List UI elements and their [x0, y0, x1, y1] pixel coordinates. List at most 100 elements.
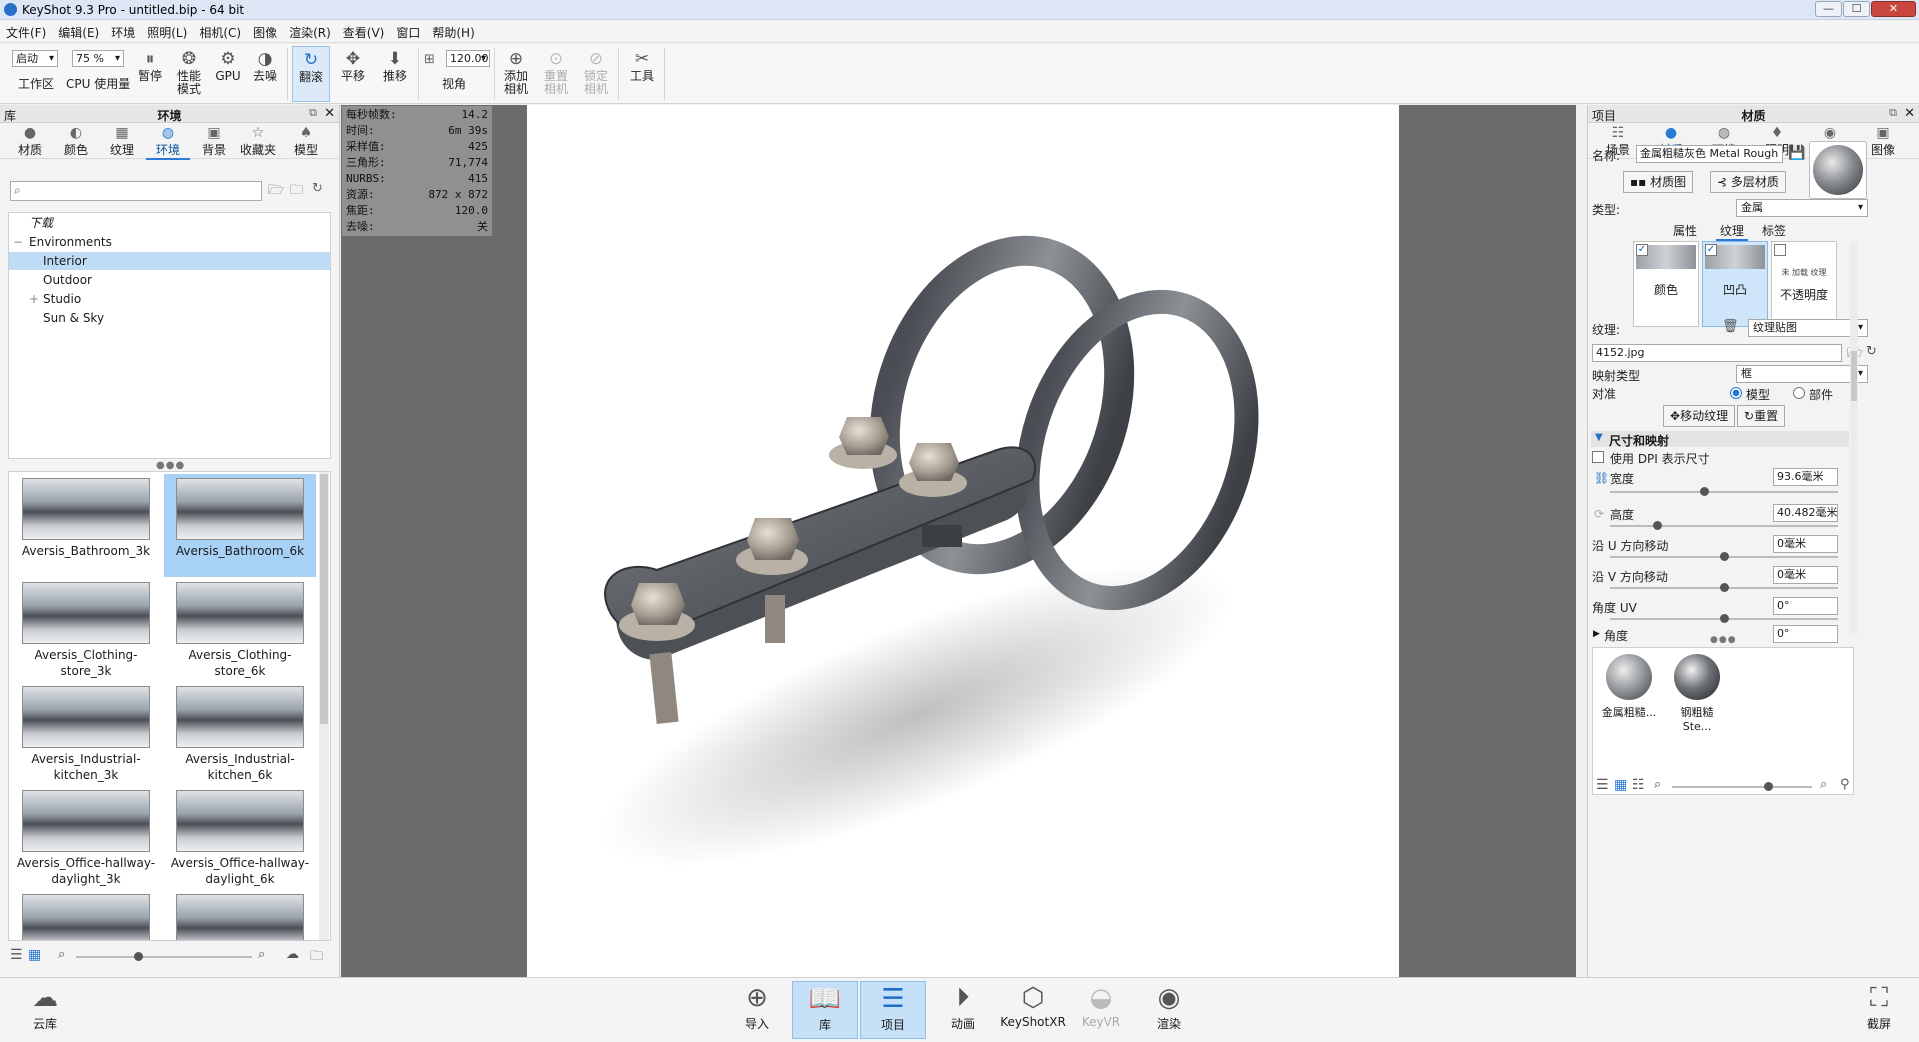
collapse-icon[interactable]: − — [13, 233, 23, 251]
tab-favorites[interactable]: ☆ 收藏夹 — [236, 125, 280, 158]
list-view-icon[interactable]: ☰ — [1596, 777, 1609, 793]
tools-button[interactable]: ✂ 工具 — [624, 46, 660, 102]
material-name-input[interactable]: 金属粗糙灰色 Metal Rough Grey — [1636, 145, 1783, 163]
folder-open-icon[interactable]: 🗁 — [268, 181, 284, 203]
menu-file[interactable]: 文件(F) — [0, 21, 52, 41]
tree-item-environments[interactable]: − Environments — [9, 233, 330, 251]
shift-v-input[interactable]: 0毫米 — [1773, 566, 1838, 584]
tree-view-icon[interactable]: ☷ — [1632, 777, 1645, 793]
dpi-checkbox[interactable] — [1592, 451, 1604, 463]
texture-slot-opacity[interactable]: 未 加载 纹理 不透明度 — [1771, 241, 1837, 327]
move-texture-button[interactable]: ✥移动纹理 — [1663, 405, 1736, 427]
thumbnail-item[interactable]: Aversis_Industrial-kitchen_6k — [164, 682, 316, 785]
filter-icon[interactable]: ⚲ — [1840, 777, 1850, 792]
height-input[interactable]: 40.482毫米 — [1773, 504, 1838, 522]
zoom-out-icon[interactable]: ⌕ — [1654, 777, 1661, 792]
tab-textures[interactable]: ▦ 纹理 — [100, 125, 144, 158]
tab-backplates[interactable]: ▣ 背景 — [192, 125, 236, 158]
library-search-input[interactable]: ⌕ — [10, 181, 262, 201]
project-button[interactable]: ☰ 项目 — [860, 981, 926, 1039]
cpu-usage-select[interactable]: 75 % — [72, 50, 124, 67]
texture-slot-color[interactable]: ✓ 颜色 — [1633, 241, 1699, 327]
radio-part[interactable] — [1793, 387, 1805, 399]
menu-image[interactable]: 图像 — [247, 21, 283, 41]
shift-u-slider[interactable] — [1610, 552, 1838, 561]
thumbnail-item[interactable]: Aversis_Bathroom_6k — [164, 474, 316, 577]
material-thumb[interactable]: 金属粗糙... — [1597, 652, 1661, 720]
menu-render[interactable]: 渲染(R) — [283, 21, 337, 41]
animation-button[interactable]: ⏵ 动画 — [930, 981, 996, 1039]
menu-view[interactable]: 查看(V) — [337, 21, 391, 41]
shift-v-slider[interactable] — [1610, 583, 1838, 592]
tree-item-downloads[interactable]: 下载 — [9, 214, 330, 232]
splitter-handle[interactable]: ●●● — [1710, 635, 1737, 645]
shift-u-input[interactable]: 0毫米 — [1773, 535, 1838, 553]
material-graph-button[interactable]: ▪▪ 材质图 — [1623, 171, 1694, 193]
menu-edit[interactable]: 编辑(E) — [52, 21, 105, 41]
tree-item-sun-sky[interactable]: Sun & Sky — [9, 309, 330, 327]
gpu-button[interactable]: ⚙ GPU — [212, 46, 244, 102]
tab-colors[interactable]: ◐ 颜色 — [54, 125, 98, 158]
material-thumb-size-slider[interactable] — [1672, 782, 1812, 791]
pan-button[interactable]: ✥ 平移 — [334, 46, 372, 102]
checkbox[interactable]: ✓ — [1636, 244, 1648, 256]
minimize-button[interactable]: — — [1815, 1, 1842, 17]
menu-window[interactable]: 窗口 — [390, 21, 426, 41]
link-icon[interactable]: ⛓ — [1594, 471, 1609, 485]
expand-icon[interactable]: + — [29, 290, 39, 308]
folder-add-icon[interactable]: 🗀 — [290, 181, 303, 203]
checkbox[interactable]: ✓ — [1705, 244, 1717, 256]
tab-environments[interactable]: ◍ 环境 — [146, 125, 190, 160]
fov-input[interactable]: 120.00 — [446, 50, 490, 67]
thumbnail-item[interactable]: Aversis_Industrial-kitchen_3k — [10, 682, 162, 785]
library-button[interactable]: 📖 库 — [792, 981, 858, 1039]
panel-close-icon[interactable]: ✕ — [1904, 106, 1915, 121]
tree-item-outdoor[interactable]: Outdoor — [9, 271, 330, 289]
lock-camera-button[interactable]: ⊘ 锁定 相机 — [578, 46, 614, 102]
denoise-button[interactable]: ◑ 去噪 — [248, 46, 282, 102]
radio-model[interactable] — [1730, 387, 1742, 399]
render-button[interactable]: ◉ 渲染 — [1136, 981, 1202, 1039]
screenshot-button[interactable]: ⛶ 截屏 — [1846, 981, 1912, 1039]
import-button[interactable]: ⊕ 导入 — [724, 981, 790, 1039]
menu-camera[interactable]: 相机(C) — [193, 21, 247, 41]
size-mapping-section-header[interactable]: ▼ 尺寸和映射 — [1591, 431, 1849, 448]
cloud-upload-icon[interactable]: ☁ — [286, 947, 299, 962]
zoom-in-icon[interactable]: ⌕ — [258, 947, 265, 962]
render-viewport[interactable] — [527, 105, 1399, 977]
tree-item-interior[interactable]: Interior — [9, 252, 330, 270]
angle-input[interactable]: 0° — [1773, 625, 1838, 643]
thumbnail-item[interactable]: Aversis_Office-hallway-daylight_6k — [164, 786, 316, 889]
workspace-select[interactable]: 启动 — [12, 50, 58, 67]
thumbnail-item[interactable] — [10, 890, 162, 940]
trash-icon[interactable]: 🗑 — [1722, 319, 1739, 334]
thumbnail-size-slider[interactable] — [76, 952, 252, 961]
pause-button[interactable]: ⏸ 暂停 — [134, 46, 166, 102]
menu-lighting[interactable]: 照明(L) — [141, 21, 193, 41]
folder-icon[interactable]: 🗀 — [310, 947, 323, 969]
chevron-right-icon[interactable]: ▶ — [1593, 629, 1600, 639]
tree-item-studio[interactable]: + Studio — [9, 290, 330, 308]
width-slider[interactable] — [1610, 487, 1838, 496]
reset-texture-button[interactable]: ↻重置 — [1737, 405, 1786, 427]
texture-file-input[interactable]: 4152.jpg — [1592, 344, 1842, 362]
tab-image[interactable]: ▣ 图像 — [1861, 125, 1905, 158]
material-type-select[interactable]: 金属 — [1736, 199, 1868, 217]
list-view-icon[interactable]: ☰ — [10, 947, 23, 963]
subtab-labels[interactable]: 标签 — [1762, 222, 1786, 239]
texture-slot-bump[interactable]: ✓ 凹凸 — [1702, 241, 1768, 327]
zoom-in-icon[interactable]: ⌕ — [1820, 777, 1827, 792]
thumbnail-item[interactable]: Aversis_Clothing-store_6k — [164, 578, 316, 681]
grid-view-icon[interactable]: ▦ — [28, 947, 41, 963]
reload-icon[interactable]: ↻ — [1866, 344, 1877, 359]
thumbnail-scrollbar[interactable] — [319, 472, 329, 940]
undock-icon[interactable]: ⧉ — [309, 106, 317, 120]
undock-icon[interactable]: ⧉ — [1889, 106, 1897, 120]
properties-scrollbar[interactable] — [1850, 241, 1858, 633]
thumbnail-item[interactable]: Aversis_Office-hallway-daylight_3k — [10, 786, 162, 889]
angle-uv-slider[interactable] — [1610, 614, 1838, 623]
panel-close-icon[interactable]: ✕ — [324, 106, 335, 121]
reset-camera-button[interactable]: ⊙ 重置 相机 — [538, 46, 574, 102]
angle-uv-input[interactable]: 0° — [1773, 597, 1838, 615]
height-slider[interactable] — [1610, 521, 1838, 530]
